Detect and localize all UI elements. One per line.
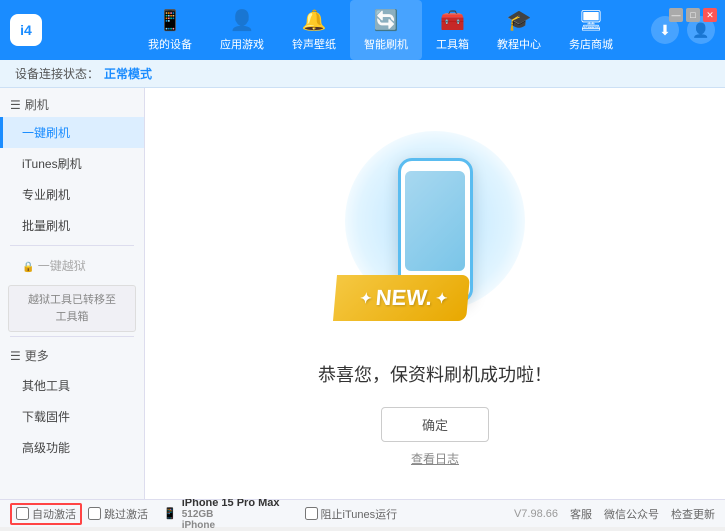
confirm-button[interactable]: 确定 [381,407,489,442]
nav-my-device[interactable]: 📱 我的设备 [134,0,206,60]
new-badge: ✦ NEW. ✦ [335,275,468,321]
sidebar-divider-1 [10,245,134,246]
logo-icon: i4 [10,14,42,46]
sidebar-item-download-firmware[interactable]: 下载固件 [0,401,144,432]
auto-activate-label: 自动激活 [32,506,76,522]
sidebar-item-jailbreak: 🔒 一键越狱 [0,250,144,281]
toolbox-icon: 🧰 [440,8,465,33]
nav-tutorial-label: 教程中心 [497,36,541,52]
phone-icon: 📱 [158,8,183,33]
close-button[interactable]: ✕ [703,8,717,22]
nav-service[interactable]: 🖥 务店商城 [555,0,627,60]
status-mode: 正常模式 [104,65,152,82]
check-update-link[interactable]: 检查更新 [671,506,715,522]
skip-activate-area[interactable]: 跳过激活 [88,506,148,522]
bottom-right: V7.98.66 客服 微信公众号 检查更新 [514,506,715,522]
sidebar-section-header-flash: ☰ 刷机 [0,88,144,117]
flash-section-label: 刷机 [25,96,49,113]
wechat-link[interactable]: 微信公众号 [604,506,659,522]
sidebar-item-advanced[interactable]: 高级功能 [0,432,144,463]
device-storage: 512GB [182,509,280,520]
nav-toolbox[interactable]: 🧰 工具箱 [422,0,483,60]
nav-ringtone-label: 铃声壁纸 [292,36,336,52]
ringtone-icon: 🔔 [302,8,327,33]
service-icon: 🖥 [578,8,603,33]
sidebar-item-pro-flash[interactable]: 专业刷机 [0,179,144,210]
nav-items: 📱 我的设备 👤 应用游戏 🔔 铃声壁纸 🔄 智能刷机 🧰 工具箱 🎓 教程中心… [110,0,651,60]
itunes-block-checkbox[interactable] [305,507,318,520]
more-icon: ☰ [10,349,21,363]
maximize-button[interactable]: □ [686,8,700,22]
sidebar-item-batch-flash[interactable]: 批量刷机 [0,210,144,241]
apps-icon: 👤 [230,8,255,33]
nav-apps-label: 应用游戏 [220,36,264,52]
bottom-bar: 自动激活 跳过激活 📱 iPhone 15 Pro Max 512GB iPho… [0,499,725,527]
sidebar-item-itunes-flash[interactable]: iTunes刷机 [0,148,144,179]
sparkle-right: ✦ [435,289,448,306]
nav-toolbox-label: 工具箱 [436,36,469,52]
nav-smart-flash[interactable]: 🔄 智能刷机 [350,0,422,60]
device-type: iPhone [182,520,280,531]
sidebar-item-other-tools[interactable]: 其他工具 [0,370,144,401]
new-text: NEW. [375,285,434,311]
version-text: V7.98.66 [514,508,558,520]
phone-illustration: ✦ NEW. ✦ [335,121,535,341]
skip-activate-checkbox[interactable] [88,507,101,520]
main-content: ✦ NEW. ✦ 恭喜您，保资料刷机成功啦！ 确定 查看日志 [145,88,725,499]
flash-section-icon: ☰ [10,98,21,112]
itunes-block-label: 阻止iTunes运行 [321,506,398,522]
bottom-left: 自动激活 跳过激活 [10,503,148,525]
phone-screen [405,171,465,271]
log-link[interactable]: 查看日志 [411,450,459,467]
main-layout: ☰ 刷机 一键刷机 iTunes刷机 专业刷机 批量刷机 🔒 一键越狱 越狱工具… [0,88,725,499]
sidebar-section-flash: ☰ 刷机 一键刷机 iTunes刷机 专业刷机 批量刷机 [0,88,144,241]
skip-activate-label: 跳过激活 [104,506,148,522]
device-info: 📱 iPhone 15 Pro Max 512GB iPhone [163,497,280,531]
sidebar-item-one-click-flash[interactable]: 一键刷机 [0,117,144,148]
tutorial-icon: 🎓 [507,8,532,33]
nav-service-label: 务店商城 [569,36,613,52]
device-icon: 📱 [163,507,177,520]
lock-icon: 🔒 [22,262,34,273]
nav-smart-flash-label: 智能刷机 [364,36,408,52]
smart-flash-icon: 🔄 [374,8,399,33]
sidebar: ☰ 刷机 一键刷机 iTunes刷机 专业刷机 批量刷机 🔒 一键越狱 越狱工具… [0,88,145,499]
new-ribbon: ✦ NEW. ✦ [333,275,470,321]
customer-service-link[interactable]: 客服 [570,506,592,522]
success-message: 恭喜您，保资料刷机成功啦！ [318,361,552,387]
minimize-button[interactable]: — [669,8,683,22]
auto-activate-checkbox-area[interactable]: 自动激活 [10,503,82,525]
auto-activate-checkbox[interactable] [16,507,29,520]
sidebar-more-header: ☰ 更多 [0,341,144,370]
itunes-block-area[interactable]: 阻止iTunes运行 [305,506,398,522]
top-nav-bar: i4 爱思即手 www.i4.cn 📱 我的设备 👤 应用游戏 🔔 铃声壁纸 🔄… [0,0,725,60]
nav-ringtone[interactable]: 🔔 铃声壁纸 [278,0,350,60]
sidebar-divider-2 [10,336,134,337]
nav-my-device-label: 我的设备 [148,36,192,52]
nav-tutorial[interactable]: 🎓 教程中心 [483,0,555,60]
sidebar-disabled-message: 越狱工具已转移至工具箱 [8,285,136,332]
sparkle-left: ✦ [359,289,372,306]
nav-apps-games[interactable]: 👤 应用游戏 [206,0,278,60]
status-prefix: 设备连接状态： [15,65,99,82]
